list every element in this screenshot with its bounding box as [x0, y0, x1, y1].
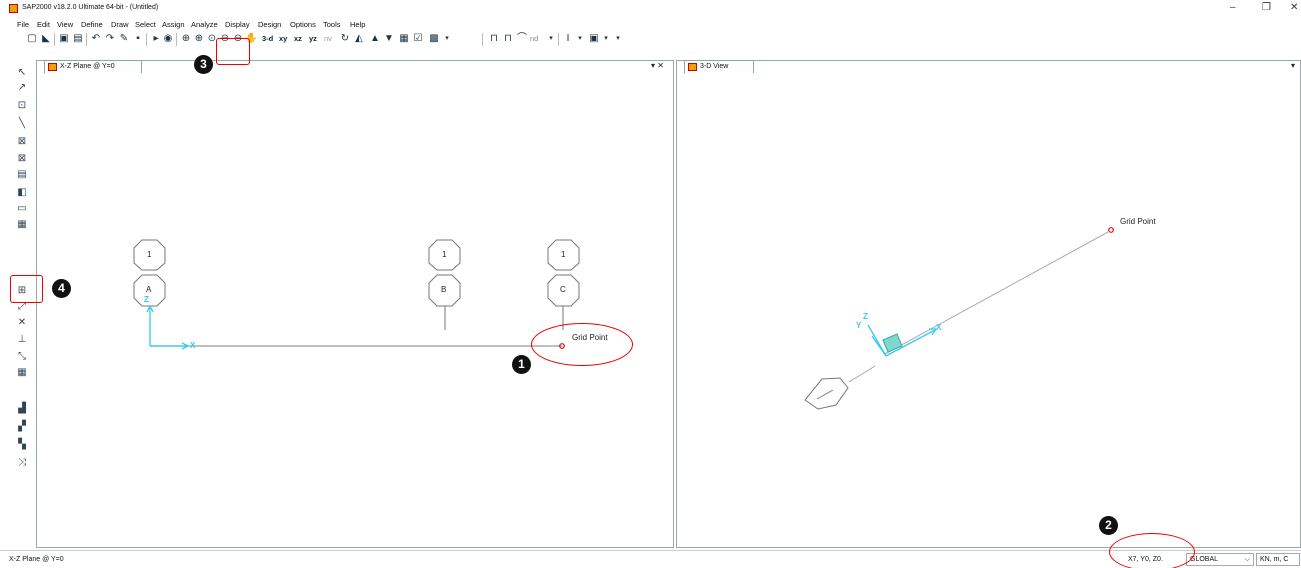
frame-line-3d: [884, 231, 1109, 355]
bubble-label-b: B: [441, 285, 447, 294]
axis-z-label-left: Z: [144, 295, 149, 304]
callout-number-1: 1: [512, 355, 531, 374]
coord-system-select[interactable]: GLOBAL ⌵: [1186, 553, 1254, 566]
callout-rect-zoom: [216, 38, 250, 65]
bubble-label-top-c: 1: [561, 250, 566, 259]
bubble-label-top-a: 1: [147, 250, 152, 259]
grid-bubbles-left: [133, 239, 580, 330]
callout-ellipse-grid-point: [531, 323, 633, 366]
coord-system-value: GLOBAL: [1190, 556, 1219, 563]
drawing-canvas: [133, 227, 1114, 410]
callout-rect-snap: [10, 275, 43, 303]
axes-left: [146, 304, 190, 350]
units-select[interactable]: KN, m, C: [1256, 553, 1300, 566]
callout-number-4: 4: [52, 279, 71, 298]
units-value: KN, m, C: [1260, 556, 1289, 563]
axis-y-label-3d: Y: [856, 321, 862, 330]
bubble-label-c: C: [560, 285, 566, 294]
status-bar: X-Z Plane @ Y=0 X7, Y0, Z0. GLOBAL ⌵ KN,…: [0, 550, 1301, 568]
axis-x-label-3d: X: [936, 323, 942, 332]
callout-ellipse-coordinates: [1109, 533, 1195, 568]
chevron-down-icon: ⌵: [1244, 556, 1250, 563]
grid-point-label-3d: Grid Point: [1120, 217, 1156, 226]
axis-x-label-left: X: [190, 341, 196, 350]
axis-z-label-3d: Z: [863, 312, 868, 321]
callout-number-3: 3: [194, 55, 213, 74]
grid-point-marker-3d: [1108, 227, 1114, 233]
axes-3d: [867, 324, 938, 357]
bubble-label-a: A: [146, 285, 152, 294]
status-view-name: X-Z Plane @ Y=0: [9, 556, 64, 563]
callout-number-2: 2: [1099, 516, 1118, 535]
bubble-label-top-b: 1: [442, 250, 447, 259]
